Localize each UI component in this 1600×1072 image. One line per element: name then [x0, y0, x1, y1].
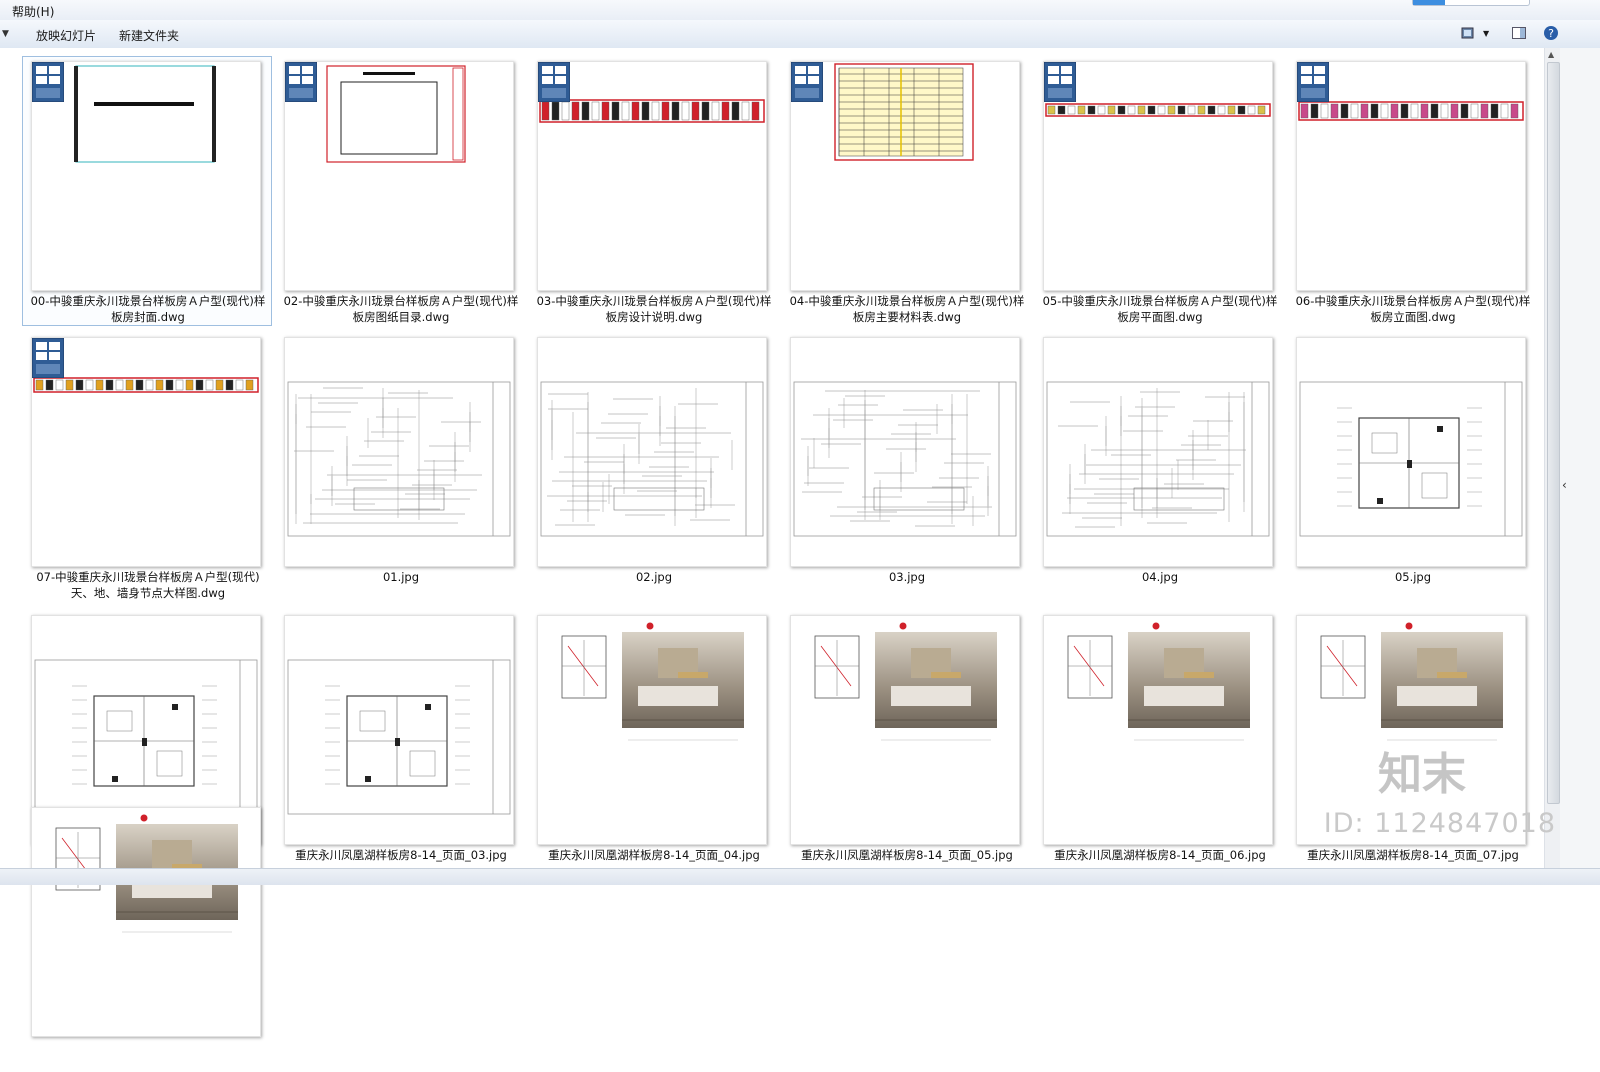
thumbnail-image [539, 99, 765, 123]
thumbnail-image [834, 63, 974, 161]
file-thumbnail[interactable] [537, 61, 767, 291]
scrollbar-thumb[interactable] [1547, 62, 1560, 804]
file-item[interactable]: 重庆永川凤凰湖样板房8-14_页面_03.jpg [275, 610, 525, 880]
file-thumbnail[interactable] [537, 337, 767, 567]
help-icon[interactable]: ? [1543, 25, 1559, 41]
thumbnail-image [287, 381, 511, 537]
view-options-icon[interactable] [1461, 25, 1477, 41]
file-thumbnail[interactable] [284, 61, 514, 291]
file-thumbnail[interactable] [537, 615, 767, 845]
navigation-pane-edge [0, 48, 10, 868]
file-name: 02-中骏重庆永川珑景台样板房Ａ户型(现代)样板房图纸目录.dwg [283, 294, 519, 324]
file-name: 01.jpg [382, 570, 420, 584]
file-name: 06-中骏重庆永川珑景台样板房Ａ户型(现代)样板房立面图.dwg [1295, 294, 1531, 324]
file-name: 00-中骏重庆永川珑景台样板房Ａ户型(现代)样板房封面.dwg [30, 294, 266, 324]
dwg-file-icon [285, 62, 317, 102]
file-thumbnail[interactable] [1043, 337, 1273, 567]
file-thumbnail[interactable] [1296, 337, 1526, 567]
file-thumbnail[interactable] [284, 615, 514, 845]
file-thumbnail[interactable] [284, 337, 514, 567]
file-item[interactable]: 00-中骏重庆永川珑景台样板房Ａ户型(现代)样板房封面.dwg [22, 56, 272, 326]
file-name: 重庆永川凤凰湖样板房8-14_页面_04.jpg [548, 848, 760, 862]
file-item[interactable]: 07-中骏重庆永川珑景台样板房Ａ户型(现代)天、地、墙身节点大样图.dwg [22, 332, 272, 602]
menu-bar: 帮助(H) [0, 0, 1600, 21]
thumbnail-image [1045, 103, 1271, 117]
file-item[interactable]: 04.jpg [1034, 332, 1284, 602]
file-name: 05.jpg [1394, 570, 1432, 584]
view-dropdown-icon[interactable]: ▼ [1483, 29, 1489, 38]
scroll-up-icon[interactable]: ▲ [1548, 50, 1554, 59]
file-item[interactable]: 02.jpg [528, 332, 778, 602]
thumbnail-image [540, 381, 764, 537]
dwg-file-icon [538, 62, 570, 102]
file-name: 03.jpg [888, 570, 926, 584]
thumbnail-image [1299, 381, 1523, 537]
command-toolbar: ▼ 放映幻灯片 新建文件夹 ▼ ? [0, 20, 1600, 49]
file-thumbnail[interactable] [1043, 615, 1273, 845]
file-name: 02.jpg [635, 570, 673, 584]
dwg-file-icon [1297, 62, 1329, 102]
file-item[interactable]: 05-中骏重庆永川珑景台样板房Ａ户型(现代)样板房平面图.dwg [1034, 56, 1284, 326]
file-name: 04-中骏重庆永川珑景台样板房Ａ户型(现代)样板房主要材料表.dwg [789, 294, 1025, 324]
watermark-id: ID: 1124847018 [1323, 808, 1556, 839]
file-thumbnail[interactable] [1296, 61, 1526, 291]
file-name: 重庆永川凤凰湖样板房8-14_页面_05.jpg [801, 848, 1013, 862]
slideshow-button[interactable]: 放映幻灯片 [36, 27, 96, 44]
thumbnail-image [1046, 616, 1270, 842]
file-item[interactable]: 重庆永川凤凰湖样板房8-14_页面_06.jpg [1034, 610, 1284, 880]
thumbnail-image [793, 381, 1017, 537]
file-name: 04.jpg [1141, 570, 1179, 584]
thumbnail-image [33, 377, 259, 393]
file-thumbnail[interactable] [31, 337, 261, 567]
file-item[interactable]: 05.jpg [1287, 332, 1537, 602]
file-item[interactable] [22, 802, 272, 1072]
file-item[interactable]: 04-中骏重庆永川珑景台样板房Ａ户型(现代)样板房主要材料表.dwg [781, 56, 1031, 326]
file-thumbnail[interactable] [790, 337, 1020, 567]
menu-help[interactable]: 帮助(H) [12, 3, 54, 20]
file-item[interactable]: 03-中骏重庆永川珑景台样板房Ａ户型(现代)样板房设计说明.dwg [528, 56, 778, 326]
file-name: 重庆永川凤凰湖样板房8-14_页面_06.jpg [1054, 848, 1266, 862]
file-name: 重庆永川凤凰湖样板房8-14_页面_07.jpg [1307, 848, 1519, 862]
thumbnail-image [1046, 381, 1270, 537]
thumbnail-image [1298, 101, 1524, 121]
file-name: 重庆永川凤凰湖样板房8-14_页面_03.jpg [295, 848, 507, 862]
dwg-file-icon [1044, 62, 1076, 102]
file-thumbnail[interactable] [31, 61, 261, 291]
thumbnail-image [326, 65, 466, 163]
file-name: 05-中骏重庆永川珑景台样板房Ａ户型(现代)样板房平面图.dwg [1042, 294, 1278, 324]
file-thumbnail[interactable] [790, 61, 1020, 291]
new-folder-button[interactable]: 新建文件夹 [119, 27, 179, 44]
search-button[interactable] [1413, 0, 1445, 5]
file-thumbnail[interactable] [1043, 61, 1273, 291]
file-item[interactable]: 重庆永川凤凰湖样板房8-14_页面_05.jpg [781, 610, 1031, 880]
file-item[interactable]: 06-中骏重庆永川珑景台样板房Ａ户型(现代)样板房立面图.dwg [1287, 56, 1537, 326]
svg-text:?: ? [1548, 27, 1554, 40]
file-item[interactable]: 01.jpg [275, 332, 525, 602]
thumbnail-image [793, 616, 1017, 842]
thumbnail-image [74, 65, 216, 163]
file-item[interactable]: 02-中骏重庆永川珑景台样板房Ａ户型(现代)样板房图纸目录.dwg [275, 56, 525, 326]
thumbnail-image [34, 808, 258, 1034]
chevron-down-icon[interactable]: ▼ [2, 29, 9, 39]
watermark-logo: 知末 [1378, 749, 1466, 800]
thumbnail-image [540, 616, 764, 842]
status-bar [0, 868, 1600, 885]
dwg-file-icon [32, 338, 64, 378]
search-box[interactable] [1412, 0, 1530, 6]
file-item[interactable]: 重庆永川凤凰湖样板房8-14_页面_04.jpg [528, 610, 778, 880]
dwg-file-icon [32, 62, 64, 102]
file-view: 00-中骏重庆永川珑景台样板房Ａ户型(现代)样板房封面.dwg 02-中骏重庆永川… [10, 48, 1544, 1037]
preview-pane: ‹ [1560, 48, 1600, 868]
file-thumbnail[interactable] [31, 807, 261, 1037]
file-thumbnail[interactable] [790, 615, 1020, 845]
vertical-scrollbar[interactable]: ▲ [1544, 48, 1561, 868]
dwg-file-icon [791, 62, 823, 102]
chevron-left-icon[interactable]: ‹ [1562, 478, 1567, 492]
thumbnail-image [287, 659, 511, 815]
file-name: 03-中骏重庆永川珑景台样板房Ａ户型(现代)样板房设计说明.dwg [536, 294, 772, 324]
file-item[interactable]: 03.jpg [781, 332, 1031, 602]
file-name: 07-中骏重庆永川珑景台样板房Ａ户型(现代)天、地、墙身节点大样图.dwg [36, 570, 260, 600]
preview-pane-icon[interactable] [1511, 25, 1527, 41]
